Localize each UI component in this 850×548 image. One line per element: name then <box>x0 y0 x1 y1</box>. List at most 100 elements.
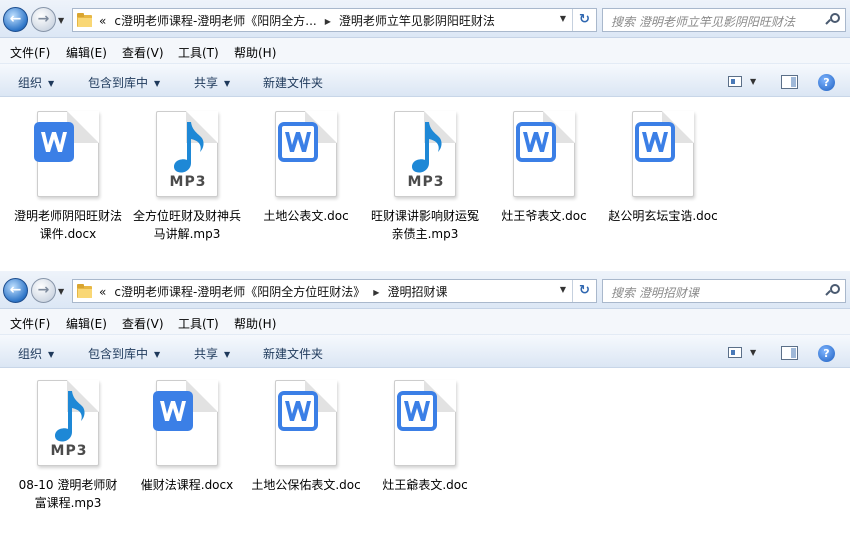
file-item[interactable]: MP3 全方位旺财及财神兵马讲解.mp3 <box>132 111 242 243</box>
search-input[interactable]: 搜索 澄明老师立竿见影阴阳旺财法 <box>602 8 846 32</box>
command-bar: 组织 ▼ 包含到库中 ▼ 共享 ▼ 新建文件夹 ▼ ? <box>0 63 850 97</box>
forward-arrow-icon[interactable]: → <box>31 7 56 32</box>
address-box[interactable]: « c澄明老师课程-澄明老师《阳阴全方位旺财法》 ▶ 澄明招财课 ▼ ↻ <box>72 279 597 303</box>
history-dropdown-icon[interactable]: ▼ <box>58 16 64 25</box>
menu-tools[interactable]: 工具(T) <box>178 44 219 61</box>
file-name: 灶王爷表文.doc <box>501 209 587 223</box>
new-folder-button[interactable]: 新建文件夹 <box>263 345 323 362</box>
search-placeholder: 搜索 澄明招财课 <box>611 286 699 300</box>
file-item[interactable]: 土地公保佑表文.doc <box>251 380 361 494</box>
file-item[interactable]: 澄明老师阴阳旺财法课件.docx <box>13 111 123 243</box>
search-input[interactable]: 搜索 澄明招财课 <box>602 279 846 303</box>
chevron-down-icon: ▼ <box>154 350 161 359</box>
word-document-icon <box>509 111 579 199</box>
breadcrumb-item-parent[interactable]: c澄明老师课程-澄明老师《阳阴全方... <box>114 14 316 28</box>
search-icon[interactable] <box>825 13 840 27</box>
include-in-library-label: 包含到库中 <box>88 347 149 361</box>
menu-tools[interactable]: 工具(T) <box>178 315 219 332</box>
forward-arrow-icon[interactable]: → <box>31 278 56 303</box>
file-item[interactable]: 灶王爷表文.doc <box>489 111 599 225</box>
explorer-window-1: ← → ▼ « c澄明老师课程-澄明老师《阳阴全方... ▶ 澄明老师立竿见影阴阳旺财… <box>0 0 850 262</box>
history-dropdown-icon[interactable]: ▼ <box>58 287 64 296</box>
menu-view[interactable]: 查看(V) <box>122 44 164 61</box>
word-document-icon <box>271 111 341 199</box>
word-document-icon <box>33 111 103 199</box>
chevron-down-icon: ▼ <box>154 79 161 88</box>
address-box[interactable]: « c澄明老师课程-澄明老师《阳阴全方... ▶ 澄明老师立竿见影阴阳旺财法 ▼ ↻ <box>72 8 597 32</box>
organize-button[interactable]: 组织 ▼ <box>18 74 54 91</box>
chevron-down-icon: ▼ <box>224 79 231 88</box>
refresh-icon[interactable]: ↻ <box>572 9 596 31</box>
address-dropdown-icon[interactable]: ▼ <box>560 14 566 23</box>
menu-view[interactable]: 查看(V) <box>122 315 164 332</box>
breadcrumb-item-current[interactable]: 澄明老师立竿见影阴阳旺财法 <box>339 14 495 28</box>
back-arrow-icon[interactable]: ← <box>3 278 28 303</box>
explorer-window-2: ← → ▼ «c澄明老师课程-澄明老师《阳阴全方位旺财法》 ▶ 澄明招财课 ▼ ↻ … <box>0 271 850 548</box>
refresh-icon[interactable]: ↻ <box>572 280 596 302</box>
breadcrumb: « c澄明老师课程-澄明老师《阳阴全方... ▶ 澄明老师立竿见影阴阳旺财法 <box>99 12 503 29</box>
include-in-library-button[interactable]: 包含到库中 ▼ <box>88 74 160 91</box>
change-view-icon[interactable] <box>728 347 742 358</box>
file-name: 旺财课讲影响财运冤亲债主.mp3 <box>370 209 479 241</box>
breadcrumb-chevron-icon[interactable]: ▶ <box>373 288 379 297</box>
view-dropdown-icon[interactable]: ▼ <box>750 77 756 86</box>
music-note-icon: MP3 <box>152 111 222 199</box>
file-name: 土地公保佑表文.doc <box>251 478 361 492</box>
chevron-down-icon: ▼ <box>48 79 55 88</box>
menu-bar: 文件(F) 编辑(E) 查看(V) 工具(T) 帮助(H) <box>0 38 850 63</box>
preview-pane-icon[interactable] <box>781 75 798 89</box>
menu-help[interactable]: 帮助(H) <box>234 44 276 61</box>
menu-file[interactable]: 文件(F) <box>10 44 50 61</box>
share-button[interactable]: 共享 ▼ <box>194 74 230 91</box>
address-bar-area: ← → ▼ «c澄明老师课程-澄明老师《阳阴全方位旺财法》 ▶ 澄明招财课 ▼ ↻ … <box>0 271 850 309</box>
include-in-library-button[interactable]: 包含到库中 ▼ <box>88 345 160 362</box>
breadcrumb-chevron-icon[interactable]: ▶ <box>325 17 331 26</box>
breadcrumb-item-current[interactable]: 澄明招财课 <box>387 285 447 299</box>
folder-icon <box>77 284 92 298</box>
menu-help[interactable]: 帮助(H) <box>234 315 276 332</box>
file-name: 08-10 澄明老师财富课程.mp3 <box>18 478 118 510</box>
search-icon[interactable] <box>825 284 840 298</box>
share-button[interactable]: 共享 ▼ <box>194 345 230 362</box>
help-icon[interactable]: ? <box>818 74 835 91</box>
preview-pane-icon[interactable] <box>781 346 798 360</box>
breadcrumb-overflow[interactable]: « <box>99 285 106 299</box>
chevron-down-icon: ▼ <box>224 350 231 359</box>
menu-edit[interactable]: 编辑(E) <box>66 44 107 61</box>
organize-button[interactable]: 组织 ▼ <box>18 345 54 362</box>
breadcrumb-item-parent[interactable]: c澄明老师课程-澄明老师《阳阴全方位旺财法》 <box>114 285 365 299</box>
share-label: 共享 <box>194 347 219 361</box>
breadcrumb-overflow[interactable]: « <box>99 14 106 28</box>
file-item[interactable]: 赵公明玄坛宝诰.doc <box>608 111 718 225</box>
address-dropdown-icon[interactable]: ▼ <box>560 285 566 294</box>
music-note-icon: MP3 <box>33 380 103 468</box>
word-document-icon <box>628 111 698 199</box>
file-name: 全方位旺财及财神兵马讲解.mp3 <box>132 209 241 241</box>
back-arrow-icon[interactable]: ← <box>3 7 28 32</box>
menu-edit[interactable]: 编辑(E) <box>66 315 107 332</box>
file-name: 土地公表文.doc <box>263 209 349 223</box>
change-view-icon[interactable] <box>728 76 742 87</box>
breadcrumb: « c澄明老师课程-澄明老师《阳阴全方位旺财法》 ▶ 澄明招财课 <box>99 283 455 300</box>
share-label: 共享 <box>194 76 219 90</box>
include-in-library-label: 包含到库中 <box>88 76 149 90</box>
word-document-icon <box>271 380 341 468</box>
menu-bar: 文件(F) 编辑(E) 查看(V) 工具(T) 帮助(H) <box>0 309 850 334</box>
file-item[interactable]: MP3 旺财课讲影响财运冤亲债主.mp3 <box>370 111 480 243</box>
file-item[interactable]: 土地公表文.doc <box>251 111 361 225</box>
help-icon[interactable]: ? <box>818 345 835 362</box>
file-item[interactable]: MP3 08-10 澄明老师财富课程.mp3 <box>13 380 123 512</box>
chevron-down-icon: ▼ <box>48 350 55 359</box>
view-dropdown-icon[interactable]: ▼ <box>750 348 756 357</box>
file-name: 灶王爺表文.doc <box>382 478 468 492</box>
organize-label: 组织 <box>18 347 43 361</box>
word-document-icon <box>152 380 222 468</box>
file-name: 赵公明玄坛宝诰.doc <box>608 209 718 223</box>
new-folder-button[interactable]: 新建文件夹 <box>263 74 323 91</box>
folder-icon <box>77 13 92 27</box>
file-list: MP3 08-10 澄明老师财富课程.mp3 催财法课程.docx 土地公保佑表… <box>0 368 850 548</box>
file-item[interactable]: 灶王爺表文.doc <box>370 380 480 494</box>
menu-file[interactable]: 文件(F) <box>10 315 50 332</box>
file-item[interactable]: 催财法课程.docx <box>132 380 242 494</box>
address-bar-area: ← → ▼ « c澄明老师课程-澄明老师《阳阴全方... ▶ 澄明老师立竿见影阴阳旺财… <box>0 0 850 38</box>
